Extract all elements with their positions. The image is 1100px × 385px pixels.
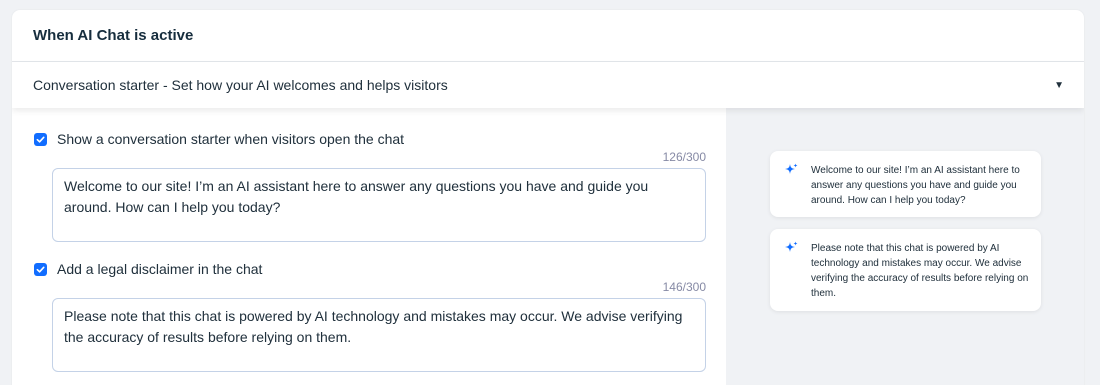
preview-message-text: Please note that this chat is powered by… (811, 243, 1029, 299)
preview-message-welcome: Welcome to our site! I’m an AI assistant… (770, 151, 1041, 217)
ai-chat-settings-panel: When AI Chat is active Conversation star… (12, 10, 1084, 385)
starter-checkbox[interactable] (34, 132, 47, 146)
starter-checkbox-label: Show a conversation starter when visitor… (57, 131, 405, 147)
preview-message-disclaimer: Please note that this chat is powered by… (770, 229, 1041, 311)
disclaimer-checkbox-label: Add a legal disclaimer in the chat (57, 261, 263, 277)
preview-message-text: Welcome to our site! I’m an AI assistant… (811, 165, 1020, 206)
starter-group: Show a conversation starter when visitor… (34, 130, 726, 242)
disclaimer-checkbox-row[interactable]: Add a legal disclaimer in the chat (34, 260, 726, 278)
disclaimer-group: Add a legal disclaimer in the chat 146/3… (34, 260, 726, 372)
settings-form: Show a conversation starter when visitor… (12, 108, 726, 385)
caret-down-icon[interactable]: ▼ (1054, 80, 1064, 91)
starter-textarea[interactable]: Welcome to our site! I’m an AI assistant… (52, 168, 706, 242)
conversation-starter-dropdown[interactable]: Conversation starter - Set how your AI w… (12, 62, 1084, 108)
starter-checkbox-row[interactable]: Show a conversation starter when visitor… (34, 130, 726, 148)
panel-title: When AI Chat is active (12, 10, 1084, 62)
checkmark-icon (36, 266, 45, 273)
disclaimer-checkbox[interactable] (34, 262, 47, 276)
disclaimer-textarea[interactable]: Please note that this chat is powered by… (52, 298, 706, 372)
ai-sparkle-icon (784, 163, 798, 182)
chat-preview: Welcome to our site! I’m an AI assistant… (726, 108, 1084, 385)
checkmark-icon (36, 136, 45, 143)
ai-sparkle-icon (784, 241, 798, 260)
disclaimer-char-counter: 146/300 (662, 280, 706, 294)
starter-char-counter: 126/300 (662, 150, 706, 164)
section-label: Conversation starter - Set how your AI w… (33, 77, 448, 93)
